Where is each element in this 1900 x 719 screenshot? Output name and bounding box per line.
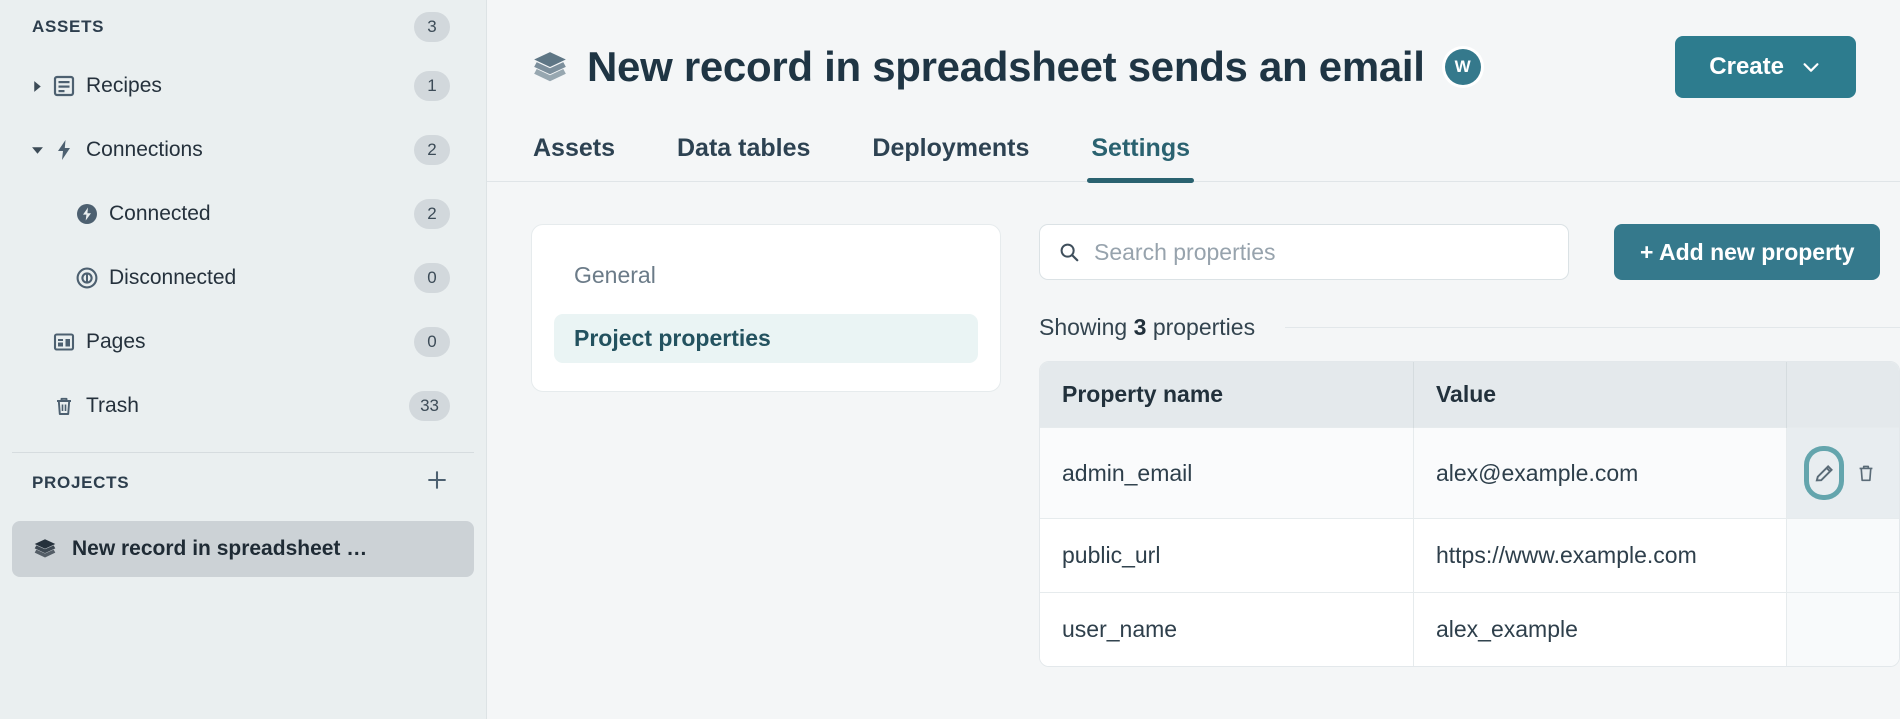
showing-suffix: properties [1152, 314, 1256, 340]
table-row[interactable]: user_name alex_example [1040, 592, 1899, 666]
settings-nav-item-general[interactable]: General [554, 251, 978, 300]
table-row[interactable]: admin_email alex@example.com [1040, 427, 1899, 519]
sidebar-item-connected[interactable]: Connected 2 [0, 182, 486, 246]
sidebar-item-connections[interactable]: Connections 2 [0, 118, 486, 182]
disconnected-icon [75, 266, 109, 290]
search-input[interactable] [1094, 238, 1550, 266]
sidebar-item-count: 2 [414, 135, 450, 165]
recipe-icon [52, 74, 86, 98]
main-content: New record in spreadsheet sends an email… [487, 0, 1900, 719]
showing-count: 3 [1133, 314, 1147, 340]
divider [1285, 327, 1900, 328]
properties-table: Property name Value admin_email alex@exa… [1040, 362, 1899, 666]
sidebar-item-label: Recipes [86, 74, 162, 97]
cell-property-value: https://www.example.com [1413, 518, 1788, 593]
sidebar-project-label: New record in spreadsheet … [72, 537, 368, 560]
tab-bar: Assets Data tables Deployments Settings [487, 124, 1900, 183]
sidebar-item-count: 1 [414, 71, 450, 101]
sidebar-projects-header: PROJECTS [0, 453, 486, 513]
sidebar-item-count: 0 [414, 263, 450, 293]
sidebar-item-disconnected[interactable]: Disconnected 0 [0, 246, 486, 310]
sidebar-assets-count: 3 [414, 12, 450, 42]
cell-row-actions [1786, 592, 1899, 666]
sidebar-item-count: 33 [409, 391, 450, 421]
cell-property-value: alex@example.com [1413, 427, 1788, 519]
settings-nav-item-project-properties[interactable]: Project properties [554, 314, 978, 363]
search-icon [1058, 241, 1080, 263]
properties-toolbar: + Add new property [1039, 224, 1900, 280]
chevron-right-icon[interactable] [22, 80, 52, 93]
tab-assets[interactable]: Assets [531, 124, 617, 181]
add-new-property-button[interactable]: + Add new property [1614, 224, 1881, 280]
sidebar-projects-title: PROJECTS [32, 473, 130, 492]
table-row[interactable]: public_url https://www.example.com [1040, 518, 1899, 593]
tab-settings[interactable]: Settings [1087, 124, 1194, 183]
cell-row-actions [1786, 427, 1899, 519]
cell-property-name: public_url [1040, 518, 1414, 593]
stack-icon [32, 536, 72, 562]
sidebar-item-label: Disconnected [109, 266, 237, 289]
settings-content: General Project properties + Add new pro… [487, 182, 1900, 667]
tab-data-tables[interactable]: Data tables [675, 124, 812, 181]
sidebar-item-count: 0 [414, 327, 450, 357]
pages-icon [52, 330, 86, 354]
sidebar: ASSETS 3 Recipes 1 Connections 2 Connect… [0, 0, 487, 719]
cell-property-name: admin_email [1040, 427, 1414, 519]
chevron-down-icon [1800, 56, 1822, 78]
sidebar-item-pages[interactable]: Pages 0 [0, 310, 486, 374]
properties-table-wrapper: Property name Value admin_email alex@exa… [1039, 361, 1900, 667]
showing-summary: Showing 3 properties [1039, 314, 1900, 341]
sidebar-item-recipes[interactable]: Recipes 1 [0, 54, 486, 118]
page-title: New record in spreadsheet sends an email [587, 43, 1425, 90]
connected-icon [75, 202, 109, 226]
cell-property-name: user_name [1040, 592, 1414, 666]
stack-icon [531, 48, 569, 86]
page-header: New record in spreadsheet sends an email… [487, 0, 1900, 98]
sidebar-assets-header: ASSETS 3 [0, 0, 486, 54]
sidebar-item-count: 2 [414, 199, 450, 229]
chevron-down-icon[interactable] [22, 144, 52, 157]
create-button-label: Create [1709, 53, 1784, 80]
table-header-row: Property name Value [1040, 362, 1899, 428]
add-project-button[interactable] [424, 467, 450, 499]
properties-panel: + Add new property Showing 3 properties [1039, 224, 1900, 667]
lightning-icon [52, 138, 86, 162]
cell-property-value: alex_example [1413, 592, 1788, 666]
sidebar-item-label: Connected [109, 202, 211, 225]
create-button[interactable]: Create [1675, 36, 1856, 98]
table-body: admin_email alex@example.com public_url … [1040, 427, 1899, 666]
trash-icon [52, 394, 86, 418]
sidebar-item-label: Connections [86, 138, 203, 161]
column-header-value: Value [1413, 362, 1788, 428]
tab-deployments[interactable]: Deployments [870, 124, 1031, 181]
sidebar-assets-title: ASSETS [32, 17, 105, 36]
table-head: Property name Value [1040, 362, 1899, 428]
cell-row-actions [1786, 518, 1899, 593]
column-header-actions [1786, 362, 1899, 428]
sidebar-item-label: Pages [86, 330, 146, 353]
avatar[interactable]: W [1444, 49, 1481, 85]
settings-nav-card: General Project properties [531, 224, 1001, 392]
delete-property-button[interactable] [1855, 451, 1877, 495]
edit-property-button[interactable] [1809, 451, 1839, 495]
sidebar-project-selected[interactable]: New record in spreadsheet … [12, 521, 474, 577]
search-properties-field[interactable] [1039, 224, 1569, 280]
sidebar-item-label: Trash [86, 394, 139, 417]
showing-prefix: Showing [1039, 314, 1128, 340]
column-header-property-name: Property name [1040, 362, 1414, 428]
showing-text: Showing 3 properties [1039, 314, 1255, 341]
sidebar-item-trash[interactable]: Trash 33 [0, 374, 486, 438]
